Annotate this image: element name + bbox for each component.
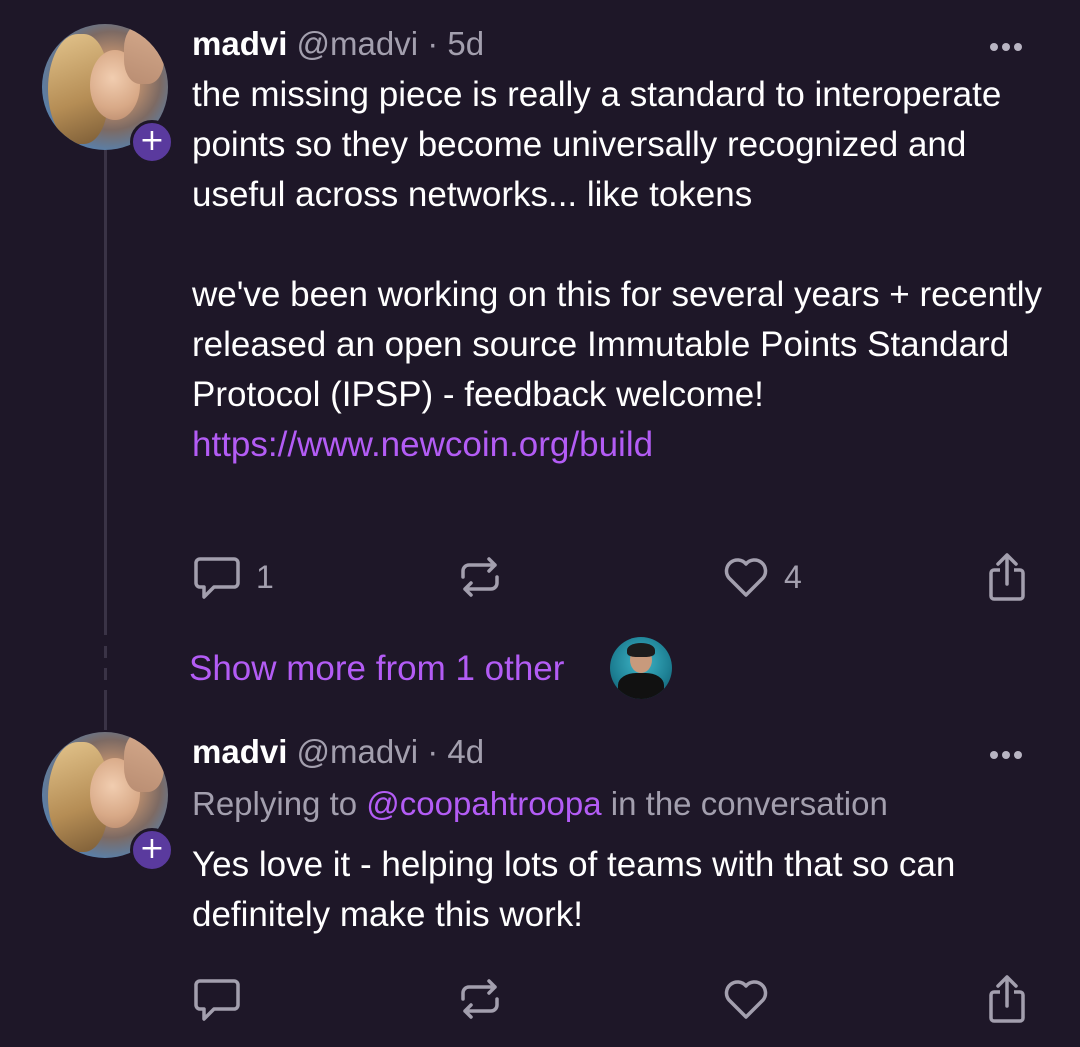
author-avatar-button[interactable]: + xyxy=(42,732,174,872)
post-body: Yes love it - helping lots of teams with… xyxy=(192,840,1052,940)
repost-icon xyxy=(461,979,499,1019)
thread-view: + madvi @madvi · 5d the missing piece is… xyxy=(0,0,1080,1047)
replying-to-line: Replying to @coopahtroopa in the convers… xyxy=(192,784,888,824)
share-button[interactable] xyxy=(987,974,1027,1024)
share-icon xyxy=(989,975,1025,1023)
author-handle[interactable]: @madvi xyxy=(297,25,419,62)
more-horizontal-icon[interactable] xyxy=(990,746,1030,759)
avatar[interactable] xyxy=(610,637,672,699)
repost-icon xyxy=(461,557,499,597)
share-button[interactable] xyxy=(987,552,1027,602)
heart-icon xyxy=(724,558,768,597)
thread-connector-dash xyxy=(104,668,107,680)
post-paragraph-2: we've been working on this for several y… xyxy=(192,270,1052,470)
reply-bubble-icon xyxy=(194,979,240,1021)
reply-count: 1 xyxy=(256,558,274,595)
reply-button[interactable]: 1 xyxy=(192,552,274,602)
share-icon xyxy=(989,553,1025,601)
repost-button[interactable] xyxy=(457,552,503,602)
post-paragraph-text: we've been working on this for several y… xyxy=(192,275,1043,414)
separator: · xyxy=(427,733,439,770)
author-handle[interactable]: @madvi xyxy=(297,733,419,770)
author-name[interactable]: madvi xyxy=(192,733,287,770)
thread-connector-line xyxy=(104,690,107,730)
post-header: madvi @madvi · 5d xyxy=(192,24,484,64)
post-body: the missing piece is really a standard t… xyxy=(192,70,1052,470)
thread-connector-line xyxy=(104,150,107,635)
show-more-link[interactable]: Show more from 1 other xyxy=(189,647,564,691)
post-link[interactable]: https://www.newcoin.org/build xyxy=(192,425,653,464)
post-actions: 1 4 xyxy=(192,552,1042,602)
repost-button[interactable] xyxy=(457,974,503,1024)
replying-prefix: Replying to xyxy=(192,785,358,822)
reply-bubble-icon xyxy=(194,557,240,599)
replying-suffix: in the conversation xyxy=(610,785,888,822)
heart-icon xyxy=(724,980,768,1019)
like-button[interactable] xyxy=(722,974,770,1024)
mention-link[interactable]: @coopahtroopa xyxy=(366,785,601,822)
like-button[interactable]: 4 xyxy=(722,552,802,602)
post-header: madvi @madvi · 4d xyxy=(192,732,484,772)
post-actions xyxy=(192,974,1042,1024)
plus-icon[interactable]: + xyxy=(130,828,174,872)
post-paragraph: Yes love it - helping lots of teams with… xyxy=(192,845,956,934)
reply-button[interactable] xyxy=(192,974,242,1024)
author-name[interactable]: madvi xyxy=(192,25,287,62)
timestamp[interactable]: 5d xyxy=(447,25,484,62)
plus-icon[interactable]: + xyxy=(130,120,174,164)
separator: · xyxy=(427,25,439,62)
post-paragraph: the missing piece is really a standard t… xyxy=(192,75,1002,214)
author-avatar-button[interactable]: + xyxy=(42,24,174,164)
like-count: 4 xyxy=(784,558,802,595)
more-horizontal-icon[interactable] xyxy=(990,38,1030,51)
thread-connector-dash xyxy=(104,646,107,658)
timestamp[interactable]: 4d xyxy=(447,733,484,770)
